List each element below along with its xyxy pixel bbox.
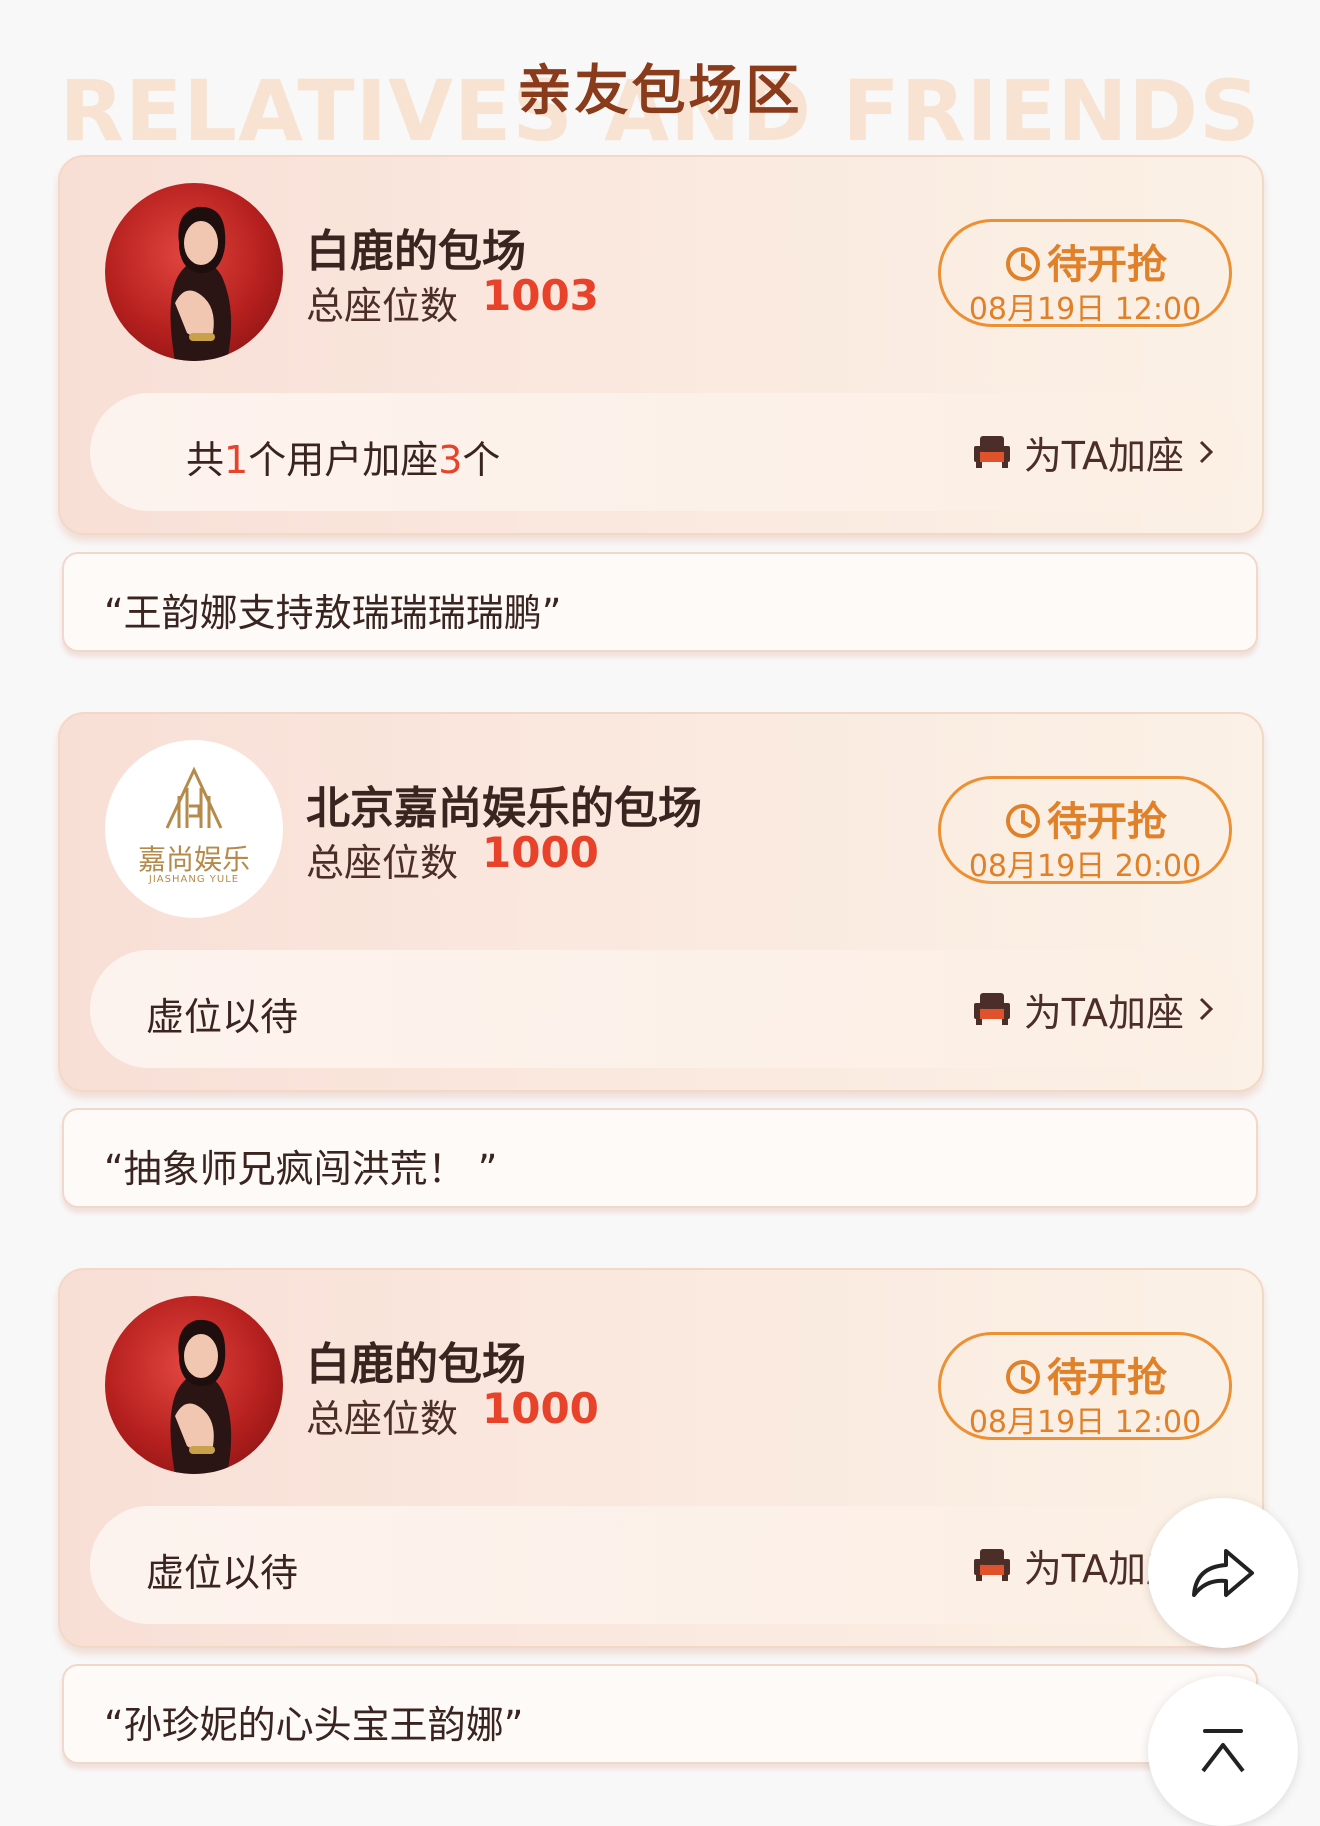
avatar[interactable]	[105, 183, 283, 361]
booking-title: 白鹿的包场	[306, 226, 526, 277]
seat-info-bar: 虚位以待 为TA加座	[90, 950, 1244, 1068]
person-photo-icon	[170, 1319, 232, 1474]
back-to-top-button[interactable]	[1148, 1676, 1298, 1826]
seats-label: 总座位数	[306, 1397, 459, 1441]
status-label-row: 待开抢	[941, 232, 1229, 290]
seats-label: 总座位数	[306, 841, 459, 885]
supporters-mid: 个用户加座	[248, 438, 439, 482]
person-photo-icon	[170, 206, 232, 361]
message-box: “孙珍妮的心头宝王韵娜”	[62, 1664, 1258, 1764]
status-label: 待开抢	[1047, 799, 1167, 845]
status-button[interactable]: 待开抢 08月19日 12:00	[938, 219, 1232, 327]
avatar[interactable]	[105, 1296, 283, 1474]
sofa-icon	[973, 1549, 1010, 1581]
logo-subtext: JIASHANG YULE	[148, 874, 240, 885]
supporters-users: 1	[224, 438, 249, 482]
sofa-icon	[973, 993, 1010, 1025]
logo-text: 嘉尚娱乐	[137, 843, 250, 876]
status-button[interactable]: 待开抢 08月19日 20:00	[938, 776, 1232, 884]
add-seat-label: 为TA加座	[1023, 433, 1184, 478]
status-time: 08月19日 20:00	[968, 849, 1202, 884]
status-time: 08月19日 12:00	[968, 1405, 1202, 1440]
section-title: 亲友包场区	[517, 59, 803, 122]
section-header: RELATIVES AND FRIENDS 亲友包场区	[0, 0, 1320, 160]
booking-card[interactable]: 白鹿的包场 总座位数 1000 待开抢 08月19日 12:00 虚位以待 为T…	[58, 1268, 1264, 1648]
booking-title: 白鹿的包场	[306, 1339, 526, 1390]
chevron-right-icon	[1199, 440, 1214, 464]
status-button[interactable]: 待开抢 08月19日 12:00	[938, 1332, 1232, 1440]
status-label-row: 待开抢	[941, 789, 1229, 847]
message-text: “王韵娜支持敖瑞瑞瑞瑞鹏”	[104, 591, 562, 635]
status-time: 08月19日 12:00	[968, 292, 1202, 327]
booking-card[interactable]: 白鹿的包场 总座位数 1003 待开抢 08月19日 12:00 共1个用户加座…	[58, 155, 1264, 535]
clock-icon	[1006, 804, 1040, 838]
status-label: 待开抢	[1047, 242, 1167, 288]
supporters-text: 共1个用户加座3个	[186, 429, 500, 484]
status-label-row: 待开抢	[941, 1345, 1229, 1403]
clock-icon	[1006, 247, 1040, 281]
chevron-right-icon	[1199, 997, 1214, 1021]
back-to-top-icon	[1201, 1729, 1245, 1773]
seats-total: 1003	[482, 271, 599, 320]
share-button[interactable]	[1148, 1498, 1298, 1648]
sofa-icon	[973, 436, 1010, 468]
supporters-pre: 共	[186, 438, 225, 482]
booking-title: 北京嘉尚娱乐的包场	[306, 783, 702, 834]
booking-card[interactable]: 嘉尚娱乐 JIASHANG YULE 北京嘉尚娱乐的包场 总座位数 1000 待…	[58, 712, 1264, 1092]
clock-icon	[1006, 1360, 1040, 1394]
seat-info-bar: 虚位以待 为TA加座	[90, 1506, 1244, 1624]
message-box: “王韵娜支持敖瑞瑞瑞瑞鹏”	[62, 552, 1258, 652]
message-box: “抽象师兄疯闯洪荒！ ”	[62, 1108, 1258, 1208]
add-seat-label: 为TA加座	[1023, 990, 1184, 1035]
seats-total: 1000	[482, 1384, 599, 1433]
message-text: “抽象师兄疯闯洪荒！ ”	[104, 1147, 498, 1191]
add-seat-button[interactable]: 为TA加座	[972, 427, 1216, 478]
seats-total: 1000	[482, 828, 599, 877]
seat-info-bar: 共1个用户加座3个 为TA加座	[90, 393, 1244, 511]
pill-text: 虚位以待	[146, 1551, 299, 1595]
company-logo-icon	[165, 766, 223, 829]
supporters-post: 个	[462, 438, 501, 482]
share-icon	[1192, 1549, 1254, 1597]
status-label: 待开抢	[1047, 1355, 1167, 1401]
seats-label: 总座位数	[306, 284, 459, 328]
supporters-seats: 3	[438, 438, 463, 482]
add-seat-button[interactable]: 为TA加座	[972, 984, 1216, 1035]
avatar[interactable]: 嘉尚娱乐 JIASHANG YULE	[105, 740, 283, 918]
pill-text: 虚位以待	[146, 995, 299, 1039]
message-text: “孙珍妮的心头宝王韵娜”	[104, 1703, 524, 1747]
